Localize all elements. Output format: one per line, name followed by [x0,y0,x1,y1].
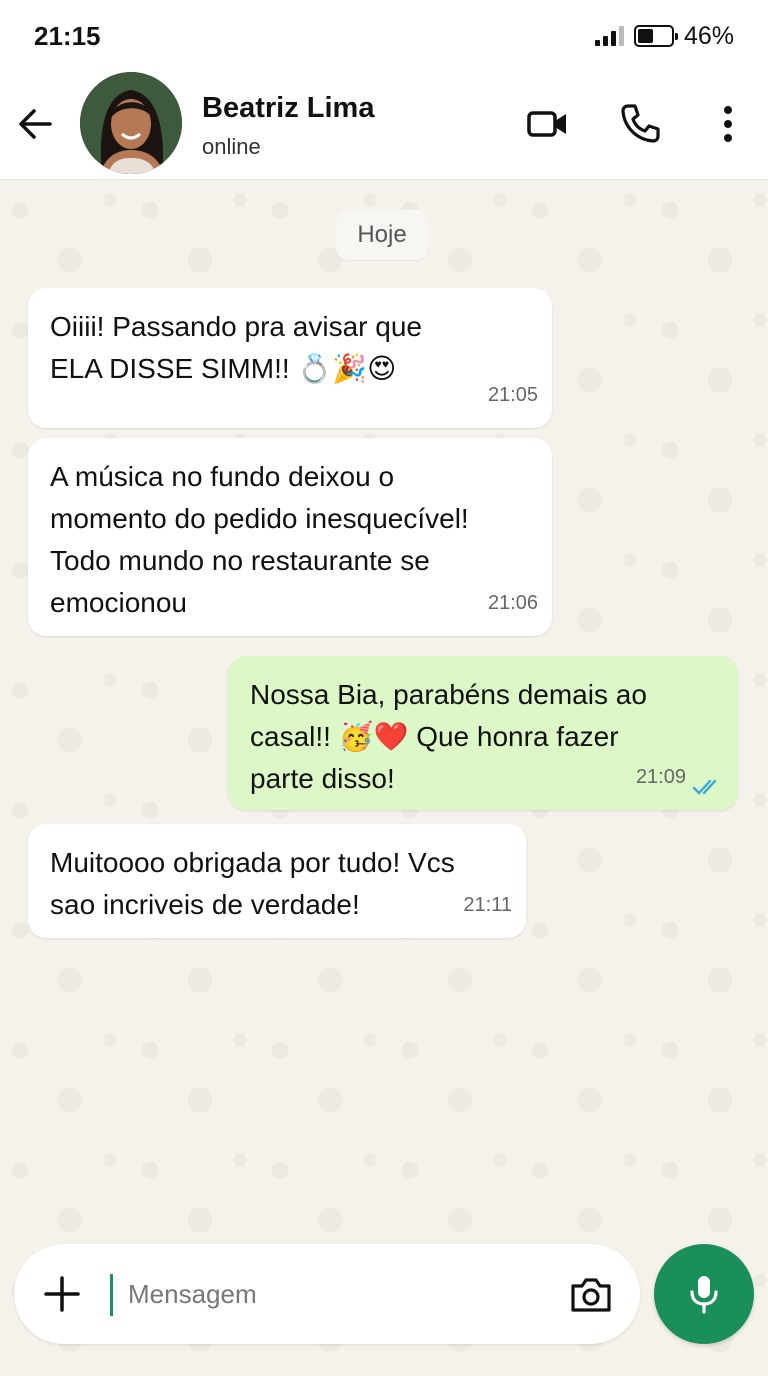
plus-icon [44,1276,80,1312]
chat-area[interactable]: Hoje Oiiii! Passando pra avisar que ELA … [0,180,768,1376]
message-bubble-outgoing[interactable]: Nossa Bia, parabéns demais ao casal!! 🥳❤… [228,656,738,810]
status-bar: 21:15 46% [0,0,768,72]
battery-percent: 46% [683,21,734,50]
more-options-button[interactable] [704,100,752,148]
message-composer [14,1244,640,1344]
phone-icon [621,104,660,143]
text-caret [110,1274,113,1316]
status-time: 21:15 [34,20,101,51]
message-time: 21:11 [463,894,512,916]
contact-name[interactable]: Beatriz Lima [202,92,374,125]
contact-status: online [202,134,261,159]
voice-message-button[interactable] [654,1244,754,1344]
avatar[interactable] [80,72,182,174]
message-input[interactable] [128,1272,528,1316]
message-time: 21:06 [487,592,538,614]
double-check-icon [692,779,717,795]
message-bubble[interactable]: A música no fundo deixou o momento do pe… [28,438,552,636]
battery-icon [633,25,678,47]
camera-button[interactable] [568,1272,614,1316]
attach-button[interactable] [40,1272,84,1316]
message-time: 21:05 [487,384,538,406]
voice-call-button[interactable] [616,100,664,148]
back-arrow-icon [19,109,52,139]
message-bubble[interactable]: Muitoooo obrigada por tudo! Vcs sao incr… [28,824,526,938]
camera-icon [571,1278,611,1312]
message-text: Muitoooo obrigada por tudo! Vcs sao incr… [50,847,455,920]
chat-header: Beatriz Lima online [0,72,768,180]
date-separator: Hoje [336,210,428,260]
more-vertical-icon [724,106,732,142]
back-button[interactable] [14,102,58,146]
avatar-image [80,72,182,174]
message-text: Oiiii! Passando pra avisar que ELA DISSE… [50,311,422,384]
signal-icon [594,26,624,46]
video-camera-icon [527,111,566,137]
status-indicators: 46% [594,21,734,51]
message-text: A música no fundo deixou o momento do pe… [50,461,469,618]
microphone-icon [690,1276,718,1314]
battery-fill [637,29,653,43]
video-call-button[interactable] [524,100,572,148]
message-bubble[interactable]: Oiiii! Passando pra avisar que ELA DISSE… [28,288,552,428]
message-time: 21:09 [635,766,686,788]
